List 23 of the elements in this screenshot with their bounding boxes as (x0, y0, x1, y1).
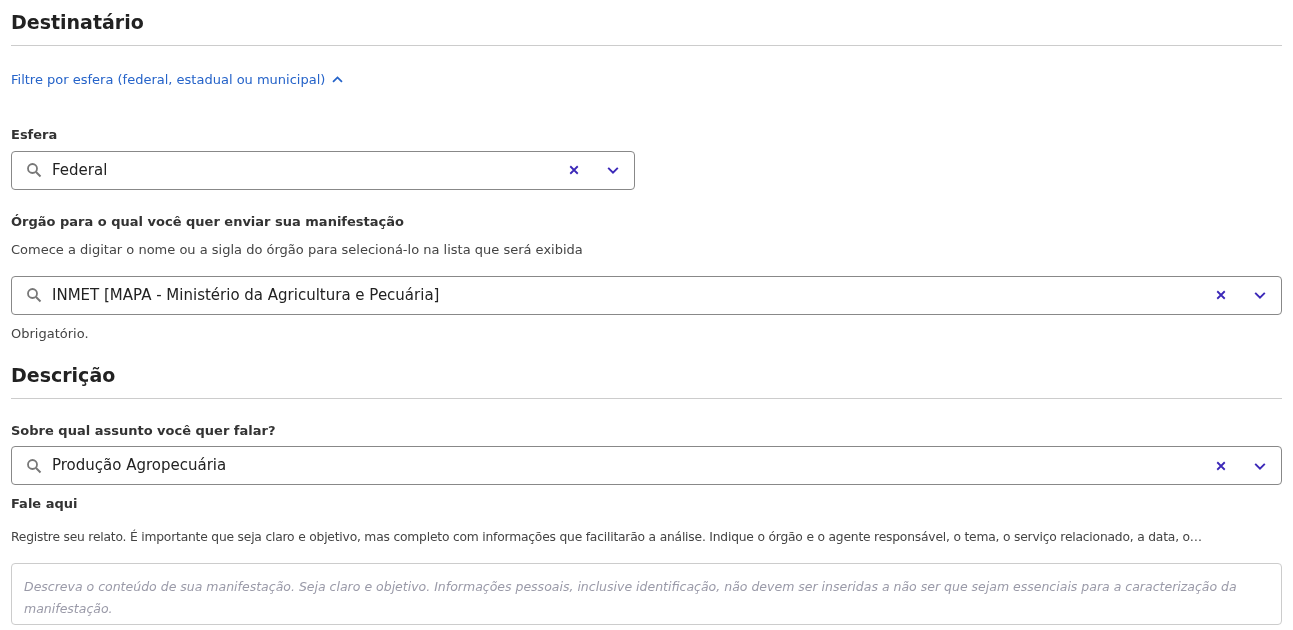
field-hint: Comece a digitar o nome ou a sigla do órgão para selecioná-lo na lista que será exibida (11, 241, 584, 259)
section-heading: Destinatário (11, 8, 1282, 46)
clear-icon[interactable] (568, 164, 580, 176)
select-value: Produção Agropecuária (52, 455, 228, 477)
select-field[interactable]: Produção Agropecuária (11, 446, 1282, 485)
field-label: Fale aqui (11, 495, 79, 513)
clear-icon[interactable] (1215, 459, 1227, 472)
field-label: Sobre qual assunto você quer falar? (11, 421, 277, 440)
helper-text: Obrigatório. (11, 324, 90, 343)
search-icon (26, 457, 42, 474)
clear-icon[interactable] (1215, 289, 1227, 301)
filter-toggle-link[interactable]: Filtre por esfera (federal, estadual ou municipal) (11, 69, 345, 89)
select-value: Federal (52, 159, 109, 181)
section-heading: Descrição (11, 361, 1282, 399)
search-icon (26, 287, 42, 303)
field-hint: Registre seu relato. É importante que seja claro e objetivo, mas completo com informações que facilitarão a análise. Indique o órgão e o agente responsável, o tema, o serviço relacionado, a data, o… (11, 528, 1203, 546)
select-field[interactable]: Federal (11, 150, 635, 190)
text-area-field[interactable]: Descreva o conteúdo de sua manifestação. Seja claro e objetivo. Informações pessoais, inclusive identificação, não devem ser inseridas a não ser que sejam essenciais para a caracterização da manifestação. (11, 562, 1282, 625)
field-label: Órgão para o qual você quer enviar sua manifestação (11, 212, 405, 231)
select-field[interactable]: INMET [MAPA - Ministério da Agricultura e Pecuária] (11, 275, 1282, 315)
search-icon (26, 162, 42, 178)
field-label: Esfera (11, 126, 59, 144)
select-value: INMET [MAPA - Ministério da Agricultura e Pecuária] (52, 284, 441, 306)
